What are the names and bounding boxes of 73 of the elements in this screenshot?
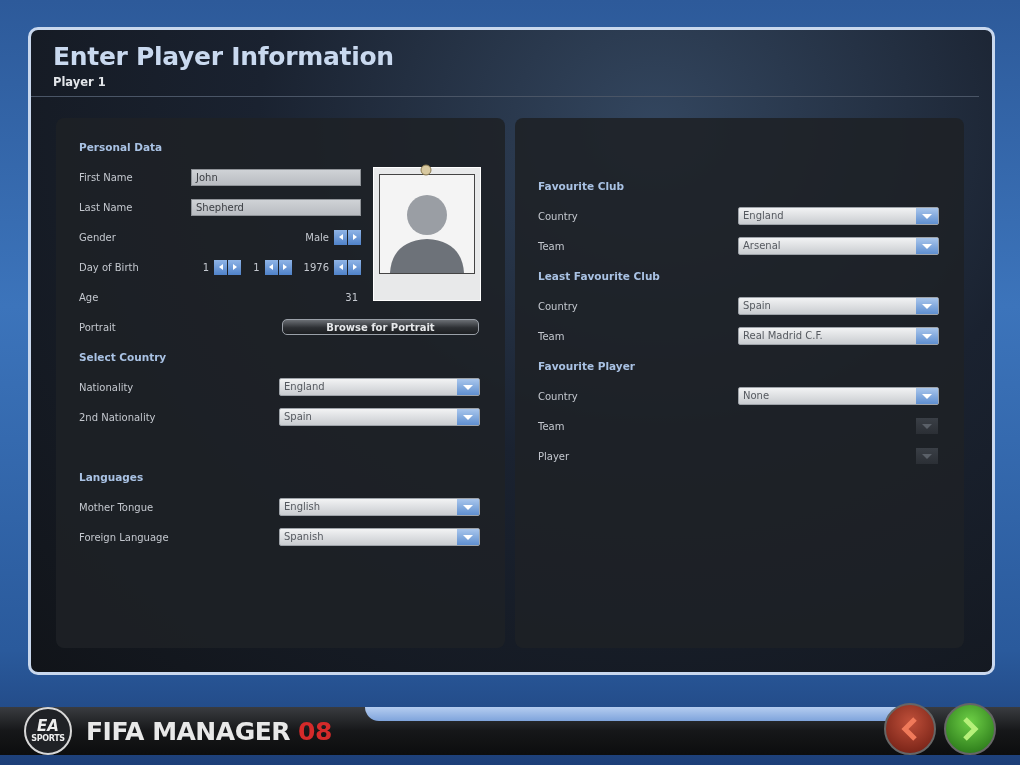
caret-icon — [921, 242, 933, 250]
caret-icon — [462, 383, 474, 391]
dropdown[interactable]: Spain — [279, 408, 480, 426]
value-text: 1 — [202, 261, 210, 273]
dropdown[interactable]: Spanish — [279, 528, 480, 546]
field-label: Country — [538, 300, 578, 312]
caret-icon — [921, 422, 933, 430]
caret-icon — [462, 503, 474, 511]
dropdown[interactable]: England — [279, 378, 480, 396]
field-label: Day of Birth — [79, 261, 139, 273]
right-arrow-icon — [351, 263, 358, 271]
text-field[interactable]: Shepherd — [191, 198, 361, 216]
caret-icon — [921, 212, 933, 220]
caret-icon — [921, 452, 933, 460]
text-field[interactable]: John — [191, 168, 361, 186]
dropdown[interactable]: Arsenal — [738, 237, 939, 255]
value-text: 31 — [345, 291, 358, 303]
left-arrow-icon — [217, 263, 224, 271]
section-heading: Favourite Club — [538, 179, 626, 194]
next-button[interactable] — [278, 259, 292, 275]
ea-sports-logo: EA SPORTS — [24, 707, 72, 755]
field-label: Last Name — [79, 201, 133, 213]
left-arrow-icon — [337, 263, 344, 271]
section-heading: Favourite Player — [538, 359, 636, 374]
field-label: Foreign Language — [79, 531, 169, 543]
game-title: FIFA MANAGER — [86, 716, 290, 746]
section-heading: Languages — [79, 470, 145, 485]
previous-button[interactable] — [334, 229, 347, 245]
section-heading: Least Favourite Club — [538, 269, 661, 284]
browse-button[interactable]: Browse for Portrait — [282, 319, 479, 335]
caret-icon — [921, 302, 933, 310]
dropdown[interactable]: Real Madrid C.F. — [738, 327, 939, 345]
field-label: First Name — [79, 171, 133, 183]
left-arrow-icon — [268, 263, 275, 271]
caret-icon — [462, 413, 474, 421]
field-label: Country — [538, 390, 578, 402]
dropdown[interactable]: Spain — [738, 297, 939, 315]
field-label: Gender — [79, 231, 116, 243]
caret-icon — [921, 392, 933, 400]
previous-button[interactable] — [214, 259, 228, 275]
value-text: Male — [305, 231, 329, 243]
field-label: Country — [538, 210, 578, 222]
field-label: 2nd Nationality — [79, 411, 156, 423]
previous-button[interactable] — [334, 259, 347, 275]
section-heading: Personal Data — [79, 140, 164, 155]
field-label: Age — [79, 291, 99, 303]
next-button[interactable] — [348, 229, 361, 245]
right-arrow-icon — [282, 263, 289, 271]
caret-icon — [921, 332, 933, 340]
next-button[interactable] — [348, 259, 361, 275]
left-arrow-icon — [337, 233, 344, 241]
pin-icon — [420, 164, 432, 176]
window-title: Enter Player Information — [53, 42, 395, 71]
previous-button[interactable] — [264, 259, 278, 275]
dropdown[interactable]: England — [738, 207, 939, 225]
value-text: 1976 — [303, 261, 329, 273]
next-button[interactable] — [228, 259, 242, 275]
game-edition: 08 — [298, 716, 332, 746]
field-label: Team — [538, 240, 565, 252]
right-arrow-icon — [351, 233, 358, 241]
dropdown[interactable]: None — [738, 387, 939, 405]
field-label: Nationality — [79, 381, 134, 393]
field-label: Player — [538, 450, 570, 462]
section-heading: Select Country — [79, 350, 168, 365]
field-label: Team — [538, 330, 565, 342]
field-label: Mother Tongue — [79, 501, 154, 513]
field-label: Team — [538, 420, 565, 432]
field-label: Portrait — [79, 321, 116, 333]
value-text: 1 — [253, 261, 260, 273]
caret-icon — [462, 533, 474, 541]
window-subtitle: Player 1 — [53, 75, 107, 89]
dropdown[interactable]: English — [279, 498, 480, 516]
right-arrow-icon — [231, 263, 238, 271]
